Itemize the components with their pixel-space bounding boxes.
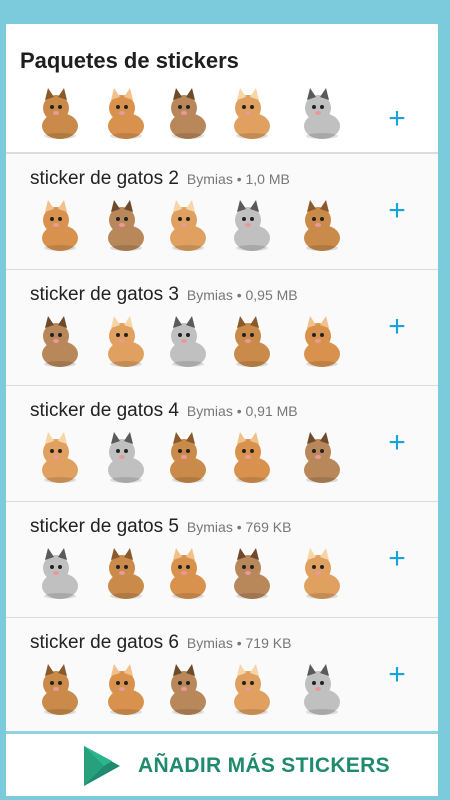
cat-sticker-icon — [108, 432, 144, 483]
cat-sticker-icon — [170, 548, 206, 599]
pack-header: sticker de gatos 5 Bymias • 769 KB — [30, 516, 291, 538]
page-title: Paquetes de stickers — [20, 48, 239, 73]
cat-sticker-icon — [234, 200, 270, 251]
sticker-pack-row[interactable]: sticker de gatos 3 Bymias • 0,95 MB + — [6, 270, 438, 385]
sticker-pack-row[interactable]: sticker de gatos 5 Bymias • 769 KB + — [6, 502, 438, 617]
cat-sticker-icon — [42, 432, 78, 483]
cat-sticker-icon — [170, 316, 206, 367]
cat-sticker-icon — [304, 432, 340, 483]
cat-sticker-icon — [42, 200, 78, 251]
sticker-pack-row[interactable]: sticker de gatos 6 Bymias • 719 KB + — [6, 618, 438, 733]
add-pack-plus-icon[interactable]: + — [384, 104, 410, 134]
pack-header: sticker de gatos 3 Bymias • 0,95 MB — [30, 284, 298, 306]
cat-sticker-icon — [42, 664, 78, 715]
pack-meta: Bymias • 719 KB — [186, 635, 292, 651]
cat-sticker-icon — [304, 664, 340, 715]
cat-sticker-icon — [234, 548, 270, 599]
cat-sticker-icon — [234, 316, 270, 367]
cat-sticker-icon — [234, 432, 270, 483]
pack-header: sticker de gatos 2 Bymias • 1,0 MB — [30, 168, 290, 190]
sticker-previews — [24, 546, 384, 608]
pack-meta: Bymias • 0,95 MB — [186, 287, 298, 303]
cat-sticker-icon — [304, 200, 340, 251]
pack-name: sticker de gatos 4 — [30, 400, 179, 421]
add-pack-plus-icon[interactable]: + — [384, 312, 410, 342]
cat-sticker-icon — [304, 88, 340, 139]
cat-sticker-icon — [108, 664, 144, 715]
cat-sticker-icon — [108, 316, 144, 367]
pack-meta: Bymias • 0,91 MB — [186, 403, 298, 419]
cat-sticker-icon — [42, 316, 78, 367]
cat-sticker-icon — [234, 88, 270, 139]
cat-sticker-icon — [304, 548, 340, 599]
add-more-stickers-button[interactable]: AÑADIR MÁS STICKERS — [6, 731, 438, 796]
play-store-icon — [84, 746, 120, 786]
add-pack-plus-icon[interactable]: + — [384, 196, 410, 226]
sticker-previews — [24, 430, 384, 492]
sticker-pack-row[interactable]: sticker de gatos 2 Bymias • 1,0 MB + — [6, 154, 438, 269]
cat-sticker-icon — [170, 88, 206, 139]
pack-name: sticker de gatos 3 — [30, 284, 179, 305]
cat-sticker-icon — [170, 664, 206, 715]
cat-sticker-icon — [108, 548, 144, 599]
pack-header: sticker de gatos 6 Bymias • 719 KB — [30, 632, 291, 654]
cat-sticker-icon — [108, 88, 144, 139]
pack-meta: Bymias • 769 KB — [186, 519, 292, 535]
sticker-previews — [24, 198, 384, 260]
sticker-pack-row[interactable]: + — [6, 88, 438, 152]
cat-sticker-icon — [304, 316, 340, 367]
cat-sticker-icon — [108, 200, 144, 251]
pack-meta: Bymias • 1,0 MB — [186, 171, 290, 187]
cat-sticker-icon — [234, 664, 270, 715]
cat-sticker-icon — [42, 548, 78, 599]
pack-header: sticker de gatos 4 Bymias • 0,91 MB — [30, 400, 298, 422]
sticker-packs-panel: Paquetes de stickers + sticker de gatos 2… — [6, 24, 438, 796]
add-pack-plus-icon[interactable]: + — [384, 428, 410, 458]
sticker-previews — [24, 662, 384, 724]
pack-name: sticker de gatos 5 — [30, 516, 179, 537]
sticker-pack-row[interactable]: sticker de gatos 4 Bymias • 0,91 MB + — [6, 386, 438, 501]
cat-sticker-icon — [42, 88, 78, 139]
footer-content: AÑADIR MÁS STICKERS — [78, 744, 390, 788]
footer-label: AÑADIR MÁS STICKERS — [138, 754, 390, 777]
cat-sticker-icon — [170, 200, 206, 251]
cat-sticker-icon — [170, 432, 206, 483]
pack-name: sticker de gatos 2 — [30, 168, 179, 189]
add-pack-plus-icon[interactable]: + — [384, 660, 410, 690]
sticker-previews — [24, 314, 384, 376]
add-pack-plus-icon[interactable]: + — [384, 544, 410, 574]
pack-name: sticker de gatos 6 — [30, 632, 179, 653]
sticker-previews — [24, 88, 384, 146]
